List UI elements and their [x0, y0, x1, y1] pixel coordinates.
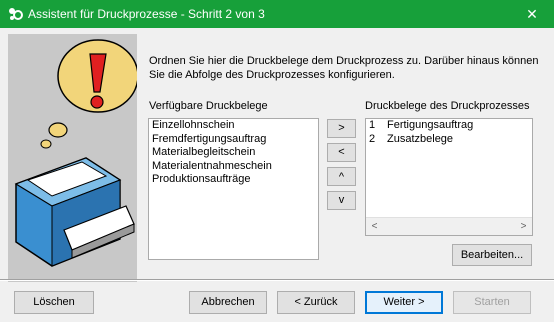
list-item[interactable]: Materialentnahmeschein [149, 160, 318, 174]
row-number: 2 [369, 132, 376, 145]
move-up-button[interactable]: ^ [327, 167, 356, 186]
printer-warning-illustration [8, 34, 137, 282]
back-button[interactable]: < Zurück [277, 291, 355, 314]
delete-button[interactable]: Löschen [14, 291, 94, 314]
move-down-button[interactable]: v [327, 191, 356, 210]
process-hscrollbar[interactable]: < > [366, 217, 532, 235]
row-name: Fertigungsauftrag [387, 119, 474, 131]
available-list[interactable]: Einzellohnschein Fremdfertigungsauftrag Ma… [148, 118, 319, 260]
side-illustration [8, 34, 137, 282]
available-label: Verfügbare Druckbelege [149, 100, 268, 112]
wizard-content: Ordnen Sie hier die Druckbelege dem Druc… [0, 28, 554, 322]
process-row[interactable]: 2 Zusatzbelege [366, 133, 532, 147]
list-item[interactable]: Materialbegleitschein [149, 146, 318, 160]
list-item[interactable]: Einzellohnschein [149, 119, 318, 133]
list-item[interactable]: Fremdfertigungsauftrag [149, 133, 318, 147]
intro-text: Ordnen Sie hier die Druckbelege dem Druc… [149, 55, 539, 81]
process-label: Druckbelege des Druckprozesses [365, 100, 530, 112]
close-button[interactable]: ✕ [510, 0, 554, 28]
scroll-right-arrow[interactable]: > [515, 218, 532, 235]
list-item[interactable]: Produktionsaufträge [149, 173, 318, 187]
edit-button[interactable]: Bearbeiten... [452, 244, 532, 266]
process-list[interactable]: 1 Fertigungsauftrag 2 Zusatzbelege < > [365, 118, 533, 236]
scroll-left-arrow[interactable]: < [366, 218, 383, 235]
process-row[interactable]: 1 Fertigungsauftrag [366, 119, 532, 133]
row-number: 1 [369, 119, 376, 131]
add-button[interactable]: > [327, 119, 356, 138]
remove-button[interactable]: < [327, 143, 356, 162]
cancel-button[interactable]: Abbrechen [189, 291, 267, 314]
next-button[interactable]: Weiter > [365, 291, 443, 314]
window-title: Assistent für Druckprozesse - Schritt 2 … [28, 7, 265, 21]
title-bar: Assistent für Druckprozesse - Schritt 2 … [0, 0, 554, 28]
row-name: Zusatzbelege [387, 132, 454, 145]
app-icon [9, 8, 23, 20]
start-button: Starten [453, 291, 531, 314]
